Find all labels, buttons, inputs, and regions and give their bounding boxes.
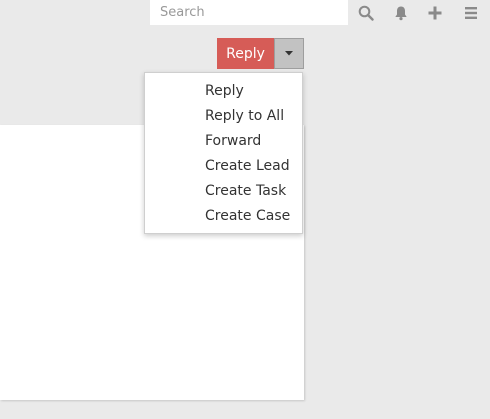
quick-create-button[interactable] <box>424 2 446 24</box>
menu-item-forward[interactable]: Forward <box>185 129 302 154</box>
reply-options-toggle[interactable] <box>274 38 304 69</box>
caret-down-icon <box>285 51 293 56</box>
menu-item-create-task[interactable]: Create Task <box>185 179 302 204</box>
main-menu-button[interactable] <box>460 2 482 24</box>
reply-options-menu: Reply Reply to All Forward Create Lead C… <box>144 72 303 234</box>
menu-item-create-lead[interactable]: Create Lead <box>185 154 302 179</box>
top-bar <box>0 0 490 26</box>
menu-item-reply-to-all[interactable]: Reply to All <box>185 104 302 129</box>
plus-icon <box>428 6 442 20</box>
search-input[interactable] <box>150 0 348 25</box>
search-icon <box>358 5 374 21</box>
reply-button-group: Reply <box>217 38 304 69</box>
bell-icon <box>395 6 407 21</box>
menu-item-create-case[interactable]: Create Case <box>185 204 302 229</box>
menu-icon <box>465 7 477 19</box>
reply-button[interactable]: Reply <box>217 38 274 69</box>
notifications-button[interactable] <box>390 2 412 24</box>
menu-item-reply[interactable]: Reply <box>185 79 302 104</box>
search-button[interactable] <box>355 2 377 24</box>
